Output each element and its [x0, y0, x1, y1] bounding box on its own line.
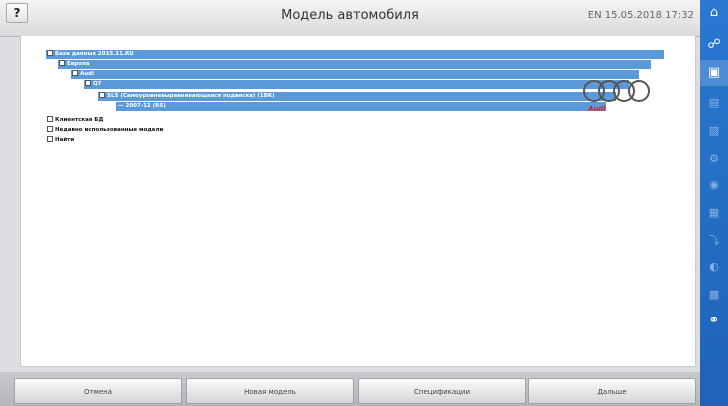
tree-item-label: Audi [80, 71, 94, 77]
car-icon[interactable]: ▣ [700, 60, 728, 86]
tree-item-recent[interactable]: Недавно использованные модели [46, 126, 246, 135]
tree-toggle-icon[interactable] [47, 50, 53, 56]
tree-toggle-icon[interactable] [47, 126, 53, 132]
settings-icon[interactable]: ◉ [700, 176, 728, 194]
print-icon[interactable]: ▩ [700, 286, 728, 304]
tree-item-label: 2007-12 (RS) [125, 103, 166, 109]
person-icon[interactable]: ☍ [700, 36, 728, 54]
plug-icon[interactable]: ⤵ [700, 232, 728, 250]
page-title: Модель автомобиля [281, 8, 419, 23]
new-model-button[interactable]: Новая модель [186, 378, 354, 404]
document-icon[interactable]: ▦ [700, 204, 728, 222]
tree-item-year[interactable]: —2007-12 (RS) [116, 102, 606, 111]
tree-item-label: SLS (Самоуровневыравнивающаяся подвеска)… [107, 93, 275, 99]
help-button[interactable]: ? [6, 3, 28, 23]
tree-toggle-icon[interactable] [47, 116, 53, 122]
cancel-button[interactable]: Отмена [14, 378, 182, 404]
tree-item-label: Q7 [93, 81, 102, 87]
list-icon[interactable]: ▤ [700, 94, 728, 112]
tree-item-label: Европа [67, 61, 90, 67]
globe-icon[interactable]: ◐ [700, 258, 728, 276]
tree-item-region[interactable]: Европа [58, 60, 651, 69]
tree-toggle-icon[interactable] [99, 92, 105, 98]
bottom-toolbar: Отмена Новая модель Спецификации Дальше [0, 372, 700, 406]
tree-item-label: База данных 2015.11.RU [55, 51, 134, 57]
tree-item-database[interactable]: База данных 2015.11.RU [46, 50, 664, 59]
tree-toggle-icon[interactable] [85, 80, 91, 86]
card-icon[interactable]: ▧ [700, 122, 728, 140]
tree-item-search[interactable]: Найти [46, 136, 246, 145]
tree-toggle-icon[interactable] [47, 136, 53, 142]
tree-item-client-db[interactable]: Клиентская БД [46, 116, 246, 125]
tree-item-model[interactable]: Q7 [84, 80, 629, 89]
tree-toggle-icon[interactable] [59, 60, 65, 66]
home-icon[interactable]: ⌂ [700, 4, 728, 22]
next-button[interactable]: Дальше [528, 378, 696, 404]
tree-item-label: Недавно использованные модели [55, 127, 164, 133]
title-bar: ? Модель автомобиля EN 15.05.2018 17:32 [0, 0, 700, 37]
tree-item-make[interactable]: Audi [71, 70, 639, 79]
connect-icon[interactable]: ⚭ [700, 312, 728, 330]
tree-item-label: Клиентская БД [55, 117, 104, 123]
gear-icon[interactable]: ⚙ [700, 150, 728, 168]
tree-item-system[interactable]: SLS (Самоуровневыравнивающаяся подвеска)… [98, 92, 616, 101]
sidebar: ⌂ ☍ ▣ ▤ ▧ ⚙ ◉ ▦ ⤵ ◐ ▩ ⚭ [700, 0, 728, 406]
tree-toggle-icon[interactable] [72, 70, 78, 76]
status-datetime: EN 15.05.2018 17:32 [587, 10, 694, 21]
brand-name: Audi [588, 105, 606, 113]
specifications-button[interactable]: Спецификации [358, 378, 526, 404]
dash-icon: — [118, 103, 124, 109]
tree-item-label: Найти [55, 137, 75, 143]
